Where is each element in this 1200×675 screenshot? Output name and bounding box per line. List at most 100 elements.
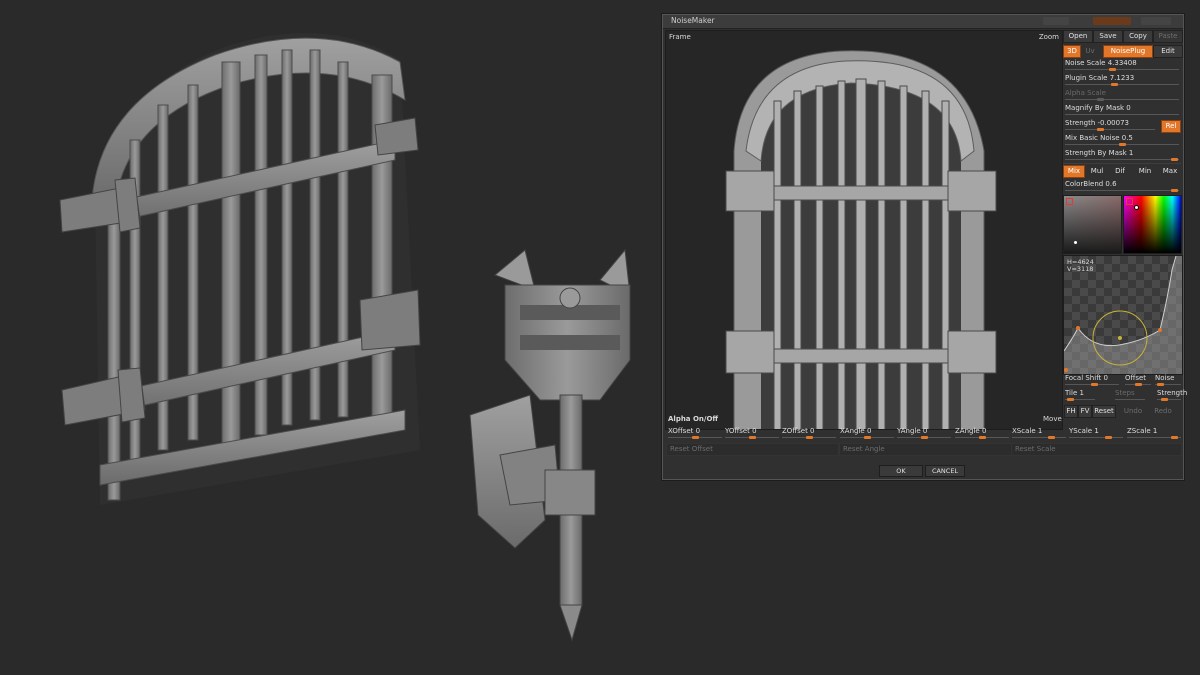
slider-track (1065, 84, 1179, 85)
slider-knob[interactable] (1091, 383, 1098, 386)
xscale-label: XScale 1 (1012, 427, 1043, 435)
xscale-slider[interactable]: XScale 1 (1012, 427, 1066, 439)
strength-by-mask-label: Strength By Mask 1 (1065, 149, 1134, 157)
zscale-slider[interactable]: ZScale 1 (1127, 427, 1181, 439)
slider-knob[interactable] (1171, 189, 1178, 192)
zangle-slider[interactable]: ZAngle 0 (955, 427, 1009, 439)
picker-swatch (1126, 198, 1133, 205)
color-picker-b[interactable] (1123, 195, 1182, 254)
slider-knob[interactable] (979, 436, 986, 439)
slider-knob[interactable] (921, 436, 928, 439)
cancel-button[interactable]: CANCEL (925, 465, 965, 477)
dialog-titlebar[interactable]: NoiseMaker (663, 15, 1183, 29)
noise-scale-slider[interactable]: Noise Scale 4.33408 (1065, 59, 1179, 71)
zangle-label: ZAngle 0 (955, 427, 987, 435)
curve-noise-label: Noise (1155, 374, 1175, 382)
tile-label: Tile 1 (1065, 389, 1084, 397)
slider-knob[interactable] (749, 436, 756, 439)
slider-knob[interactable] (1171, 436, 1178, 439)
slider-track (1115, 399, 1145, 400)
blend-max-button[interactable]: Max (1158, 165, 1182, 178)
curve-graph (1064, 256, 1182, 374)
flip-horizontal-button[interactable]: FH (1064, 405, 1078, 418)
picker-cursor[interactable] (1134, 205, 1139, 210)
slider-knob[interactable] (1105, 436, 1112, 439)
color-picker-a[interactable] (1063, 195, 1122, 254)
slider-track (1069, 437, 1123, 438)
zoffset-label: ZOffset 0 (782, 427, 815, 435)
edit-button[interactable]: Edit (1153, 45, 1183, 58)
mode-3d-button[interactable]: 3D (1063, 45, 1081, 58)
plugin-scale-label: Plugin Scale 7.1233 (1065, 74, 1135, 82)
slider-knob[interactable] (1161, 398, 1168, 401)
slider-knob[interactable] (692, 436, 699, 439)
focal-shift-label: Focal Shift 0 (1065, 374, 1108, 382)
curve-reset-button[interactable]: Reset (1092, 405, 1116, 418)
slider-knob[interactable] (1119, 143, 1126, 146)
blend-dif-button[interactable]: Dif (1109, 165, 1131, 178)
dialog-title: NoiseMaker (671, 16, 715, 25)
curve-strength-slider[interactable]: Strength (1157, 389, 1187, 401)
strength-slider[interactable]: Strength -0.00073 (1065, 119, 1155, 131)
slider-knob[interactable] (806, 436, 813, 439)
curve-strength-label: Strength (1157, 389, 1188, 397)
yscale-slider[interactable]: YScale 1 (1069, 427, 1123, 439)
curve-offset-label: Offset (1125, 374, 1147, 382)
save-button[interactable]: Save (1093, 30, 1123, 43)
noiseplug-button[interactable]: NoisePlug (1103, 45, 1153, 58)
paste-button[interactable]: Paste (1153, 30, 1183, 43)
preview-frame[interactable]: Frame Zoom (665, 30, 1063, 430)
blend-min-button[interactable]: Min (1134, 165, 1156, 178)
curve-offset-slider[interactable]: Offset (1125, 374, 1151, 386)
curve-noise-slider[interactable]: Noise (1155, 374, 1181, 386)
slider-knob[interactable] (1135, 383, 1142, 386)
slider-knob[interactable] (1109, 68, 1116, 71)
slider-knob[interactable] (864, 436, 871, 439)
noise-curve-editor[interactable]: H=4624 V=3118 (1063, 255, 1183, 375)
slider-knob[interactable] (1171, 158, 1178, 161)
ok-button[interactable]: OK (879, 465, 923, 477)
plugin-scale-slider[interactable]: Plugin Scale 7.1233 (1065, 74, 1179, 86)
divider (1063, 163, 1181, 164)
slider-knob[interactable] (1067, 398, 1074, 401)
alpha-toggle[interactable]: Alpha On/Off (668, 415, 718, 423)
move-label[interactable]: Move (1043, 415, 1062, 423)
xoffset-slider[interactable]: XOffset 0 (668, 427, 722, 439)
noisemaker-dialog: NoiseMaker Frame Zoom Open Save Copy Pas… (662, 14, 1187, 480)
blend-mix-button[interactable]: Mix (1063, 165, 1085, 178)
slider-knob[interactable] (1157, 383, 1164, 386)
strength-by-mask-slider[interactable]: Strength By Mask 1 (1065, 149, 1179, 161)
magnify-by-mask-slider[interactable]: Magnify By Mask 0 (1065, 104, 1179, 115)
alpha-scale-slider[interactable]: Alpha Scale (1065, 89, 1179, 101)
rel-button[interactable]: Rel (1161, 120, 1181, 133)
curve-redo-button[interactable]: Redo (1150, 405, 1176, 418)
tile-slider[interactable]: Tile 1 (1065, 389, 1095, 401)
reset-angle-button[interactable]: Reset Angle (839, 443, 1012, 456)
zoffset-slider[interactable]: ZOffset 0 (782, 427, 836, 439)
flip-vertical-button[interactable]: FV (1078, 405, 1092, 418)
zscale-label: ZScale 1 (1127, 427, 1158, 435)
slider-knob[interactable] (1111, 83, 1118, 86)
xoffset-label: XOffset 0 (668, 427, 701, 435)
xangle-slider[interactable]: XAngle 0 (840, 427, 894, 439)
slider-knob[interactable] (1048, 436, 1055, 439)
mix-basic-noise-label: Mix Basic Noise 0.5 (1065, 134, 1133, 142)
mix-basic-noise-slider[interactable]: Mix Basic Noise 0.5 (1065, 134, 1179, 146)
steps-slider[interactable]: Steps (1115, 389, 1145, 400)
slider-track (1065, 159, 1179, 160)
picker-cursor[interactable] (1074, 241, 1077, 244)
colorblend-slider[interactable]: ColorBlend 0.6 (1065, 180, 1179, 192)
slider-knob[interactable] (1097, 128, 1104, 131)
reset-offset-button[interactable]: Reset Offset (666, 443, 839, 456)
blend-mul-button[interactable]: Mul (1086, 165, 1108, 178)
reset-scale-button[interactable]: Reset Scale (1011, 443, 1182, 456)
slider-knob[interactable] (1097, 98, 1104, 101)
curve-undo-button[interactable]: Undo (1120, 405, 1146, 418)
focal-shift-slider[interactable]: Focal Shift 0 (1065, 374, 1119, 386)
yangle-slider[interactable]: YAngle 0 (897, 427, 951, 439)
copy-button[interactable]: Copy (1123, 30, 1153, 43)
yoffset-slider[interactable]: YOffset 0 (725, 427, 779, 439)
mode-uv-button[interactable]: Uv (1081, 45, 1099, 58)
open-button[interactable]: Open (1063, 30, 1093, 43)
slider-track (1012, 437, 1066, 438)
